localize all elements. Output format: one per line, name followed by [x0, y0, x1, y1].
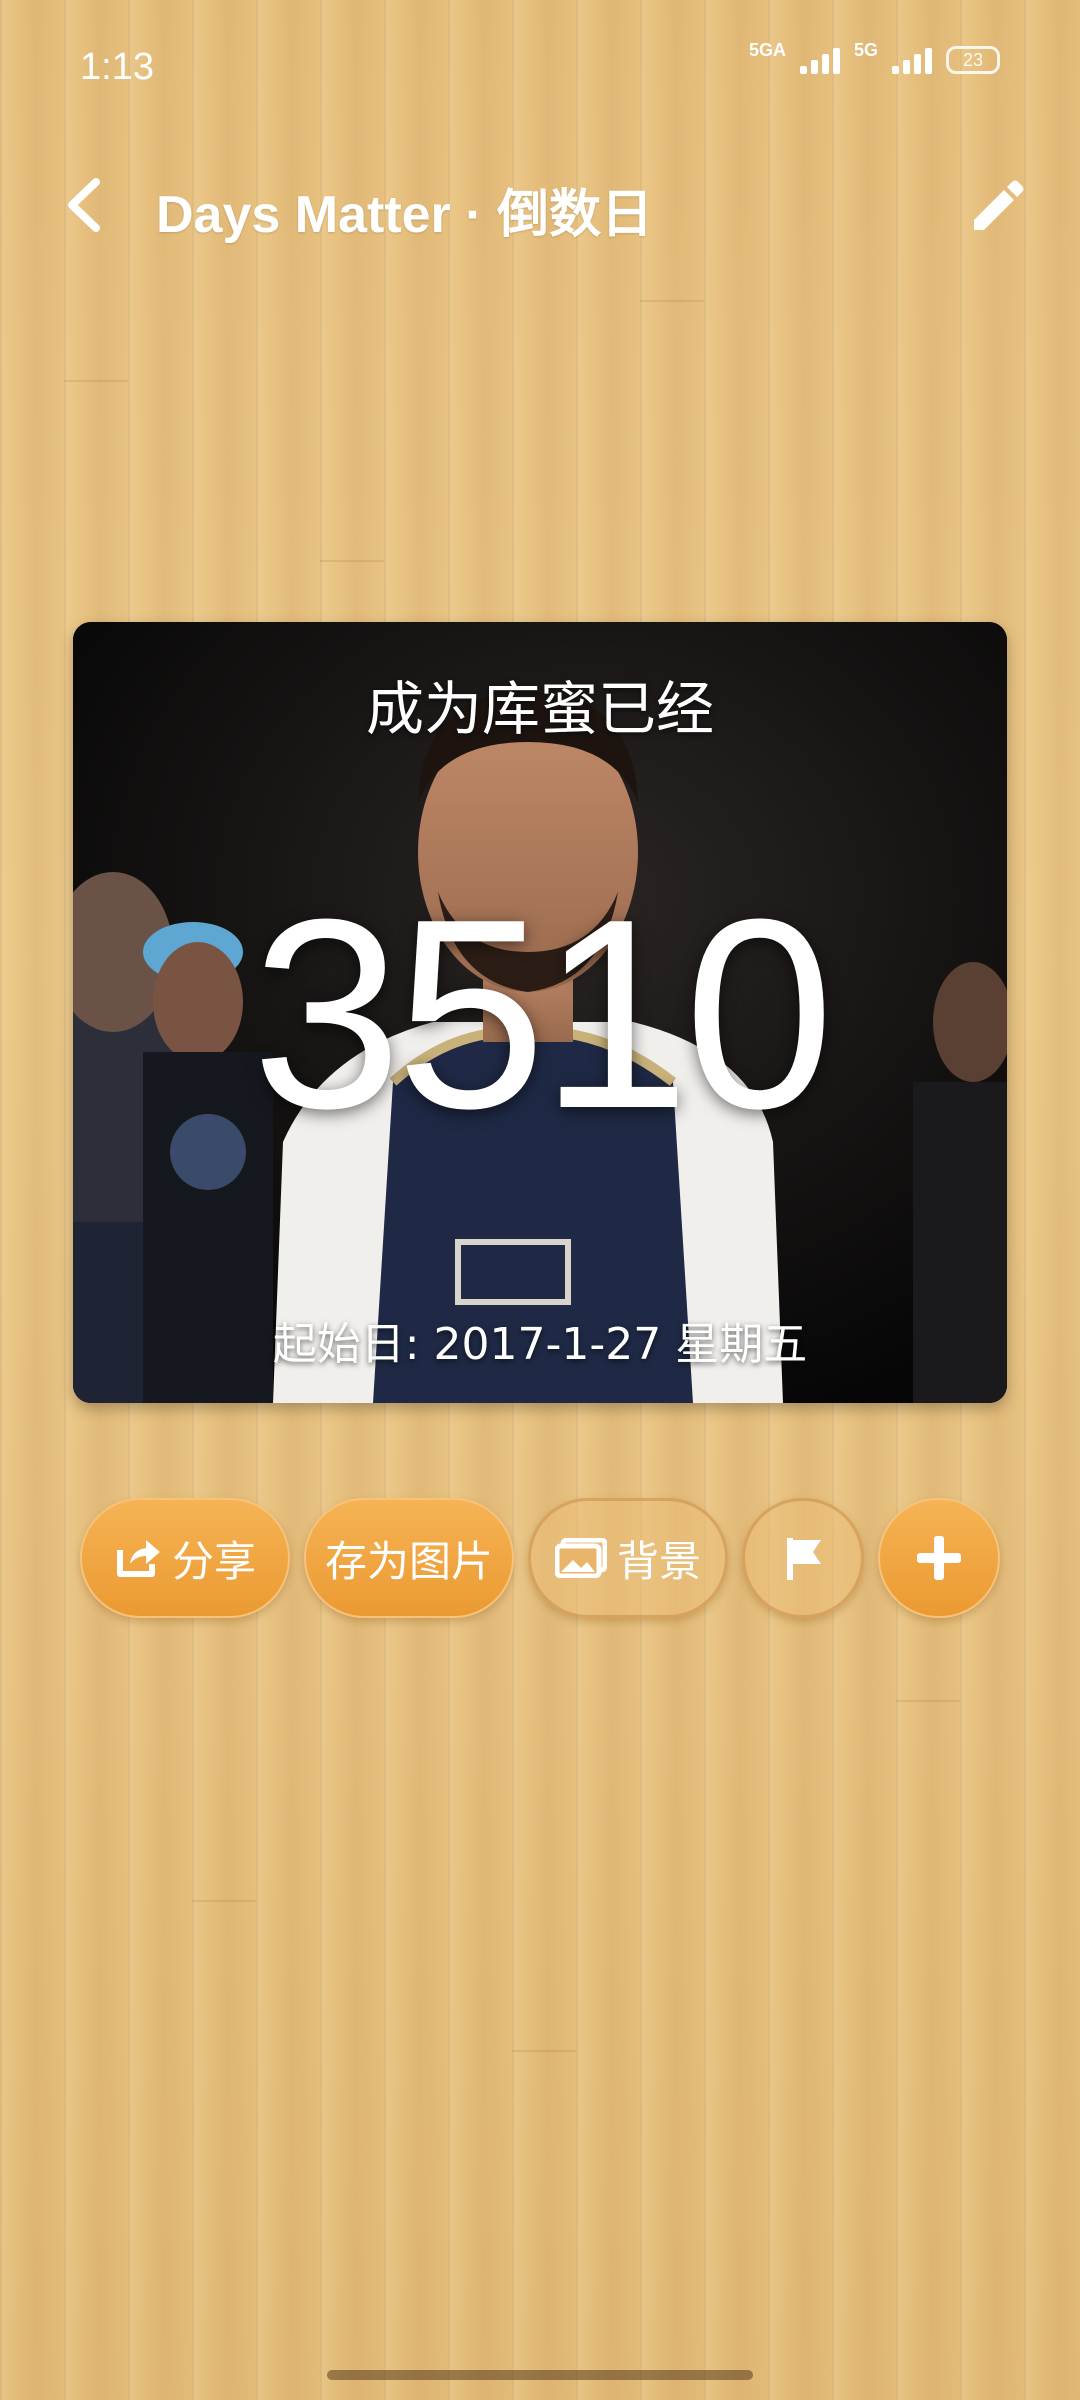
chevron-left-icon	[68, 178, 100, 232]
signal-icon	[892, 46, 932, 74]
save-image-button[interactable]: 存为图片	[304, 1498, 514, 1618]
start-date: 起始日: 2017-1-27 星期五	[272, 1319, 808, 1370]
plank-joint	[192, 1900, 256, 1902]
share-label: 分享	[171, 1536, 256, 1586]
status-indicators: 5GA 5G 23	[749, 40, 1000, 74]
page-title: Days Matter · 倒数日	[156, 186, 653, 244]
signal-icon	[799, 46, 840, 74]
background-label: 背景	[616, 1536, 701, 1586]
background-button[interactable]: 背景	[528, 1498, 728, 1618]
add-button[interactable]	[878, 1498, 1000, 1618]
plank-joint	[320, 560, 384, 562]
share-icon	[116, 1540, 160, 1577]
plank-joint	[512, 2050, 576, 2052]
action-bar: 分享 存为图片 背景	[0, 1498, 1080, 1618]
network-type-label: 5G	[853, 39, 878, 60]
status-bar: 1:13 5GA 5G 23	[0, 0, 1080, 130]
event-title: 成为库蜜已经	[365, 675, 714, 743]
battery-icon: 23	[946, 46, 1000, 74]
plank-joint	[640, 300, 704, 302]
plank-joint	[896, 1700, 960, 1702]
pencil-icon	[974, 180, 1024, 230]
plus-icon	[917, 1536, 961, 1580]
day-count: 3510	[251, 864, 835, 1165]
app-bar: Days Matter · 倒数日	[0, 150, 1080, 260]
network-type-label: 5GA	[748, 39, 786, 60]
image-icon	[554, 1538, 607, 1578]
share-button[interactable]: 分享	[80, 1498, 290, 1618]
countdown-card[interactable]: 成为库蜜已经 3510 起始日: 2017-1-27 星期五	[73, 622, 1007, 1403]
save-image-label: 存为图片	[324, 1536, 493, 1586]
edit-button[interactable]	[964, 174, 1028, 238]
flag-button[interactable]	[742, 1498, 864, 1618]
back-button[interactable]	[56, 170, 116, 240]
flag-icon	[787, 1538, 821, 1580]
home-indicator[interactable]	[327, 2370, 753, 2380]
status-time: 1:13	[80, 46, 154, 88]
plank-joint	[64, 380, 128, 382]
